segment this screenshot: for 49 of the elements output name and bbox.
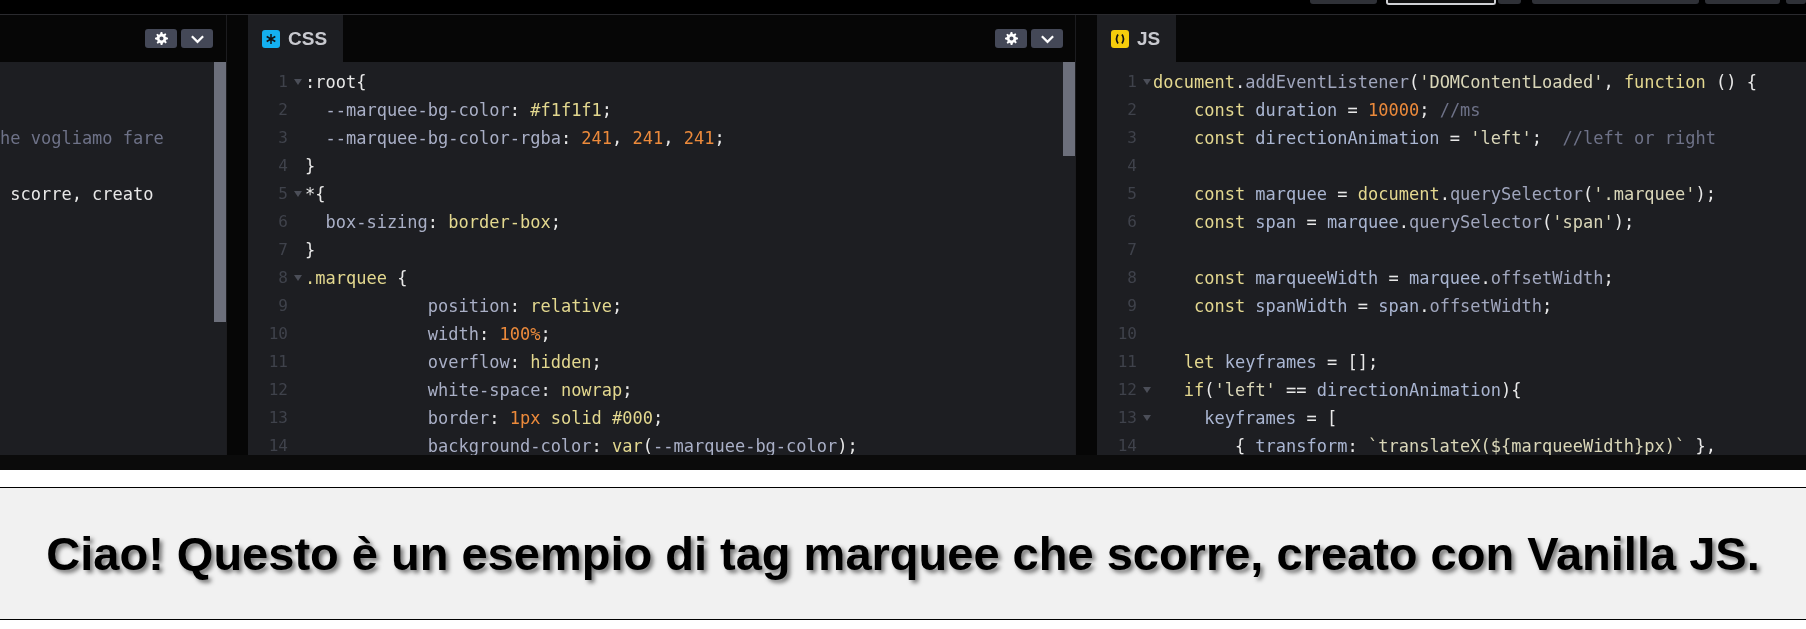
code-line: const marquee = document.querySelector('.marquee'); [1192,183,1717,205]
code-line: const span = marquee.querySelector('span'); [1192,211,1635,233]
code-line: const directionAnimation = 'left'; //left or right [1192,127,1716,149]
scrollbar-thumb[interactable] [1063,62,1075,156]
settings-icon [1004,32,1018,45]
settings-button[interactable] [995,29,1027,48]
fold-arrow-icon[interactable] [1143,79,1151,85]
code-line: const duration = 10000; //ms [1192,99,1481,121]
scrollbar-thumb[interactable] [214,62,226,322]
code-line: const spanWidth = span.offsetWidth; [1192,295,1553,317]
marquee-text: Ciao! Questo è un esempio di tag marquee che scorre, creato con Vanilla JS. [46,526,1760,581]
settings-button[interactable] [145,29,177,48]
asterisk-icon [262,29,280,48]
chevron-down-icon [189,33,205,44]
parentheses-icon [1111,29,1129,48]
editor-tab[interactable]: JS [1097,15,1177,62]
code-line: background-color: var(--marquee-bg-color); [426,435,858,455]
editor-tab[interactable]: CSS [248,15,344,62]
code-line: { transform: `translateX(${marqueeWidth}px)` }, [1233,435,1716,455]
toolbar-button[interactable] [1386,0,1496,5]
code-line: let keyframes = []; [1182,351,1379,373]
code-line: const marqueeWidth = marquee.offsetWidth; [1192,267,1614,289]
fold-arrow-icon[interactable] [294,275,302,281]
code-line: } [305,155,316,177]
collapse-button[interactable] [181,29,213,48]
code-line: --marquee-bg-color-rgba: 241, 241, 241; [324,127,725,149]
code-line: *{ [305,183,326,205]
chevron-down-icon [1039,33,1055,44]
fold-arrow-icon[interactable] [294,191,302,197]
code-line: overflow: hidden; [426,351,602,373]
code-line: if('left' == directionAnimation){ [1182,379,1522,401]
code-line: :root{ [305,71,367,93]
code-line: box-sizing: border-box; [324,211,561,233]
fold-arrow-icon[interactable] [294,79,302,85]
code-line: white-space: nowrap; [426,379,633,401]
fold-arrow-icon[interactable] [1143,415,1151,421]
code-line: border: 1px solid #000; [426,407,664,429]
code-line: he vogliamo fare [0,127,164,149]
code-line: position: relative; [426,295,623,317]
code-line: document.addEventListener('DOMContentLoaded', function () { [1153,71,1757,93]
settings-icon [154,32,168,45]
code-line: } [305,239,316,261]
code-line: width: 100%; [426,323,551,345]
code-line: keyframes = [ [1203,407,1338,429]
code-line: --marquee-bg-color: #f1f1f1; [324,99,613,121]
code-line: scorre, creato [9,183,154,205]
fold-arrow-icon[interactable] [1143,387,1151,393]
code-line: .marquee { [305,267,408,289]
collapse-button[interactable] [1031,29,1063,48]
